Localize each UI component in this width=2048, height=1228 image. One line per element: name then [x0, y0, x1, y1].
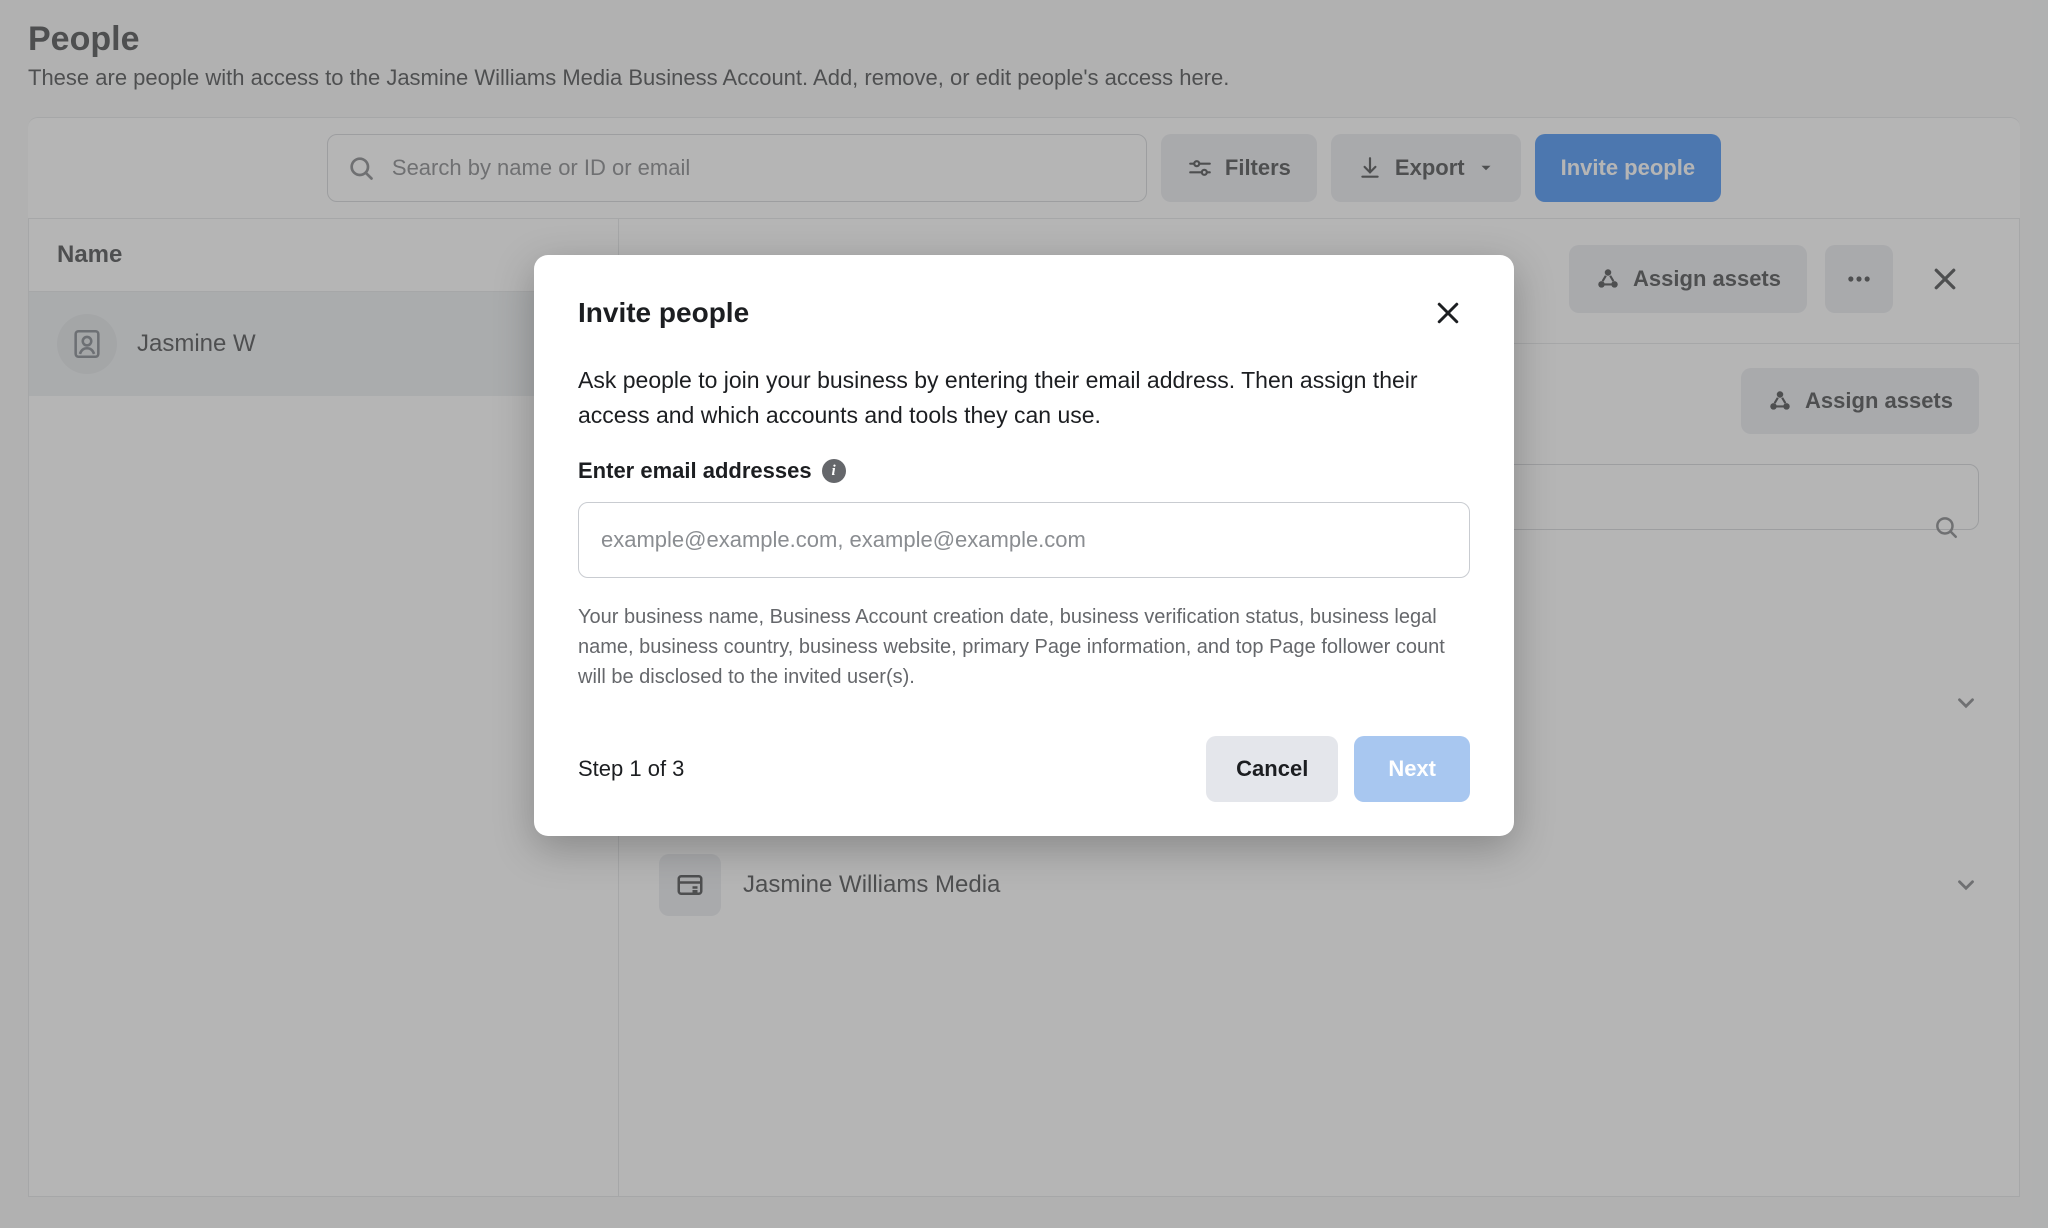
cancel-button[interactable]: Cancel — [1206, 736, 1338, 802]
modal-description: Ask people to join your business by ente… — [578, 363, 1438, 432]
step-indicator: Step 1 of 3 — [578, 756, 684, 782]
info-icon[interactable]: i — [822, 459, 846, 483]
next-button[interactable]: Next — [1354, 736, 1470, 802]
email-label: Enter email addresses i — [578, 458, 1470, 484]
email-label-text: Enter email addresses — [578, 458, 812, 484]
close-icon — [1433, 298, 1463, 328]
invite-people-modal: Invite people Ask people to join your bu… — [534, 255, 1514, 836]
modal-title: Invite people — [578, 297, 749, 329]
modal-overlay: Invite people Ask people to join your bu… — [0, 0, 2048, 1228]
disclosure-text: Your business name, Business Account cre… — [578, 602, 1470, 692]
email-input[interactable] — [578, 502, 1470, 578]
modal-close-button[interactable] — [1426, 291, 1470, 335]
